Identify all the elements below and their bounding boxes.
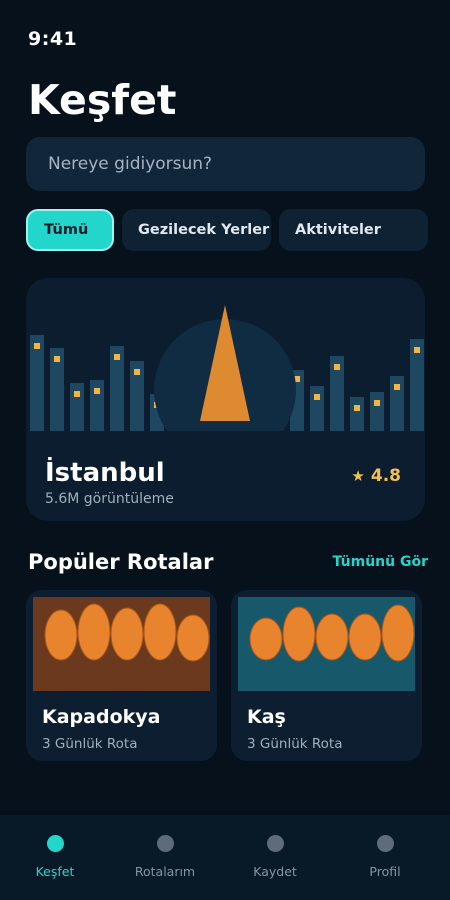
tab-label: Profil <box>369 864 401 879</box>
see-all-link[interactable]: Tümünü Gör <box>332 554 428 570</box>
route-duration: 3 Günlük Rota <box>247 736 343 752</box>
route-card-kas[interactable]: Kaş 3 Günlük Rota <box>231 590 422 761</box>
star-icon: ★ <box>351 467 365 485</box>
status-time: 9:41 <box>28 28 78 50</box>
tab-kaydet[interactable]: Kaydet <box>225 815 325 900</box>
route-duration: 3 Günlük Rota <box>42 736 138 752</box>
rating-value: 4.8 <box>370 466 401 486</box>
featured-card[interactable]: İstanbul 5.6M görüntüleme ★ 4.8 <box>26 278 425 521</box>
cappadocia-balloons-illustration <box>33 597 210 691</box>
profile-icon <box>376 835 394 852</box>
kas-balloons-illustration <box>238 597 415 691</box>
section-title-popular-routes: Popüler Rotalar <box>28 550 214 574</box>
featured-rating: ★ 4.8 <box>351 466 401 486</box>
tab-kesfet[interactable]: Keşfet <box>5 815 105 900</box>
tab-rotalarim[interactable]: Rotalarım <box>115 815 215 900</box>
routes-icon <box>156 835 174 852</box>
tab-profil[interactable]: Profil <box>335 815 435 900</box>
chip-all[interactable]: Tümü <box>26 209 114 251</box>
featured-city-name: İstanbul <box>45 458 165 488</box>
chip-places[interactable]: Gezilecek Yerler <box>122 209 271 251</box>
tab-label: Keşfet <box>35 864 75 879</box>
bottom-tab-bar: Keşfet Rotalarım Kaydet Profil <box>0 815 450 900</box>
tab-label: Rotalarım <box>134 864 196 879</box>
search-input[interactable] <box>48 154 425 174</box>
route-card-kapadokya[interactable]: Kapadokya 3 Günlük Rota <box>26 590 217 761</box>
route-name: Kapadokya <box>42 706 161 728</box>
featured-views: 5.6M görüntüleme <box>45 491 174 507</box>
explore-icon <box>46 835 64 852</box>
search-box[interactable] <box>26 137 425 191</box>
page-title: Keşfet <box>28 76 177 124</box>
chip-activities[interactable]: Aktiviteler <box>279 209 428 251</box>
bookmark-icon <box>266 835 284 852</box>
tab-label: Kaydet <box>253 864 297 879</box>
route-name: Kaş <box>247 706 286 728</box>
